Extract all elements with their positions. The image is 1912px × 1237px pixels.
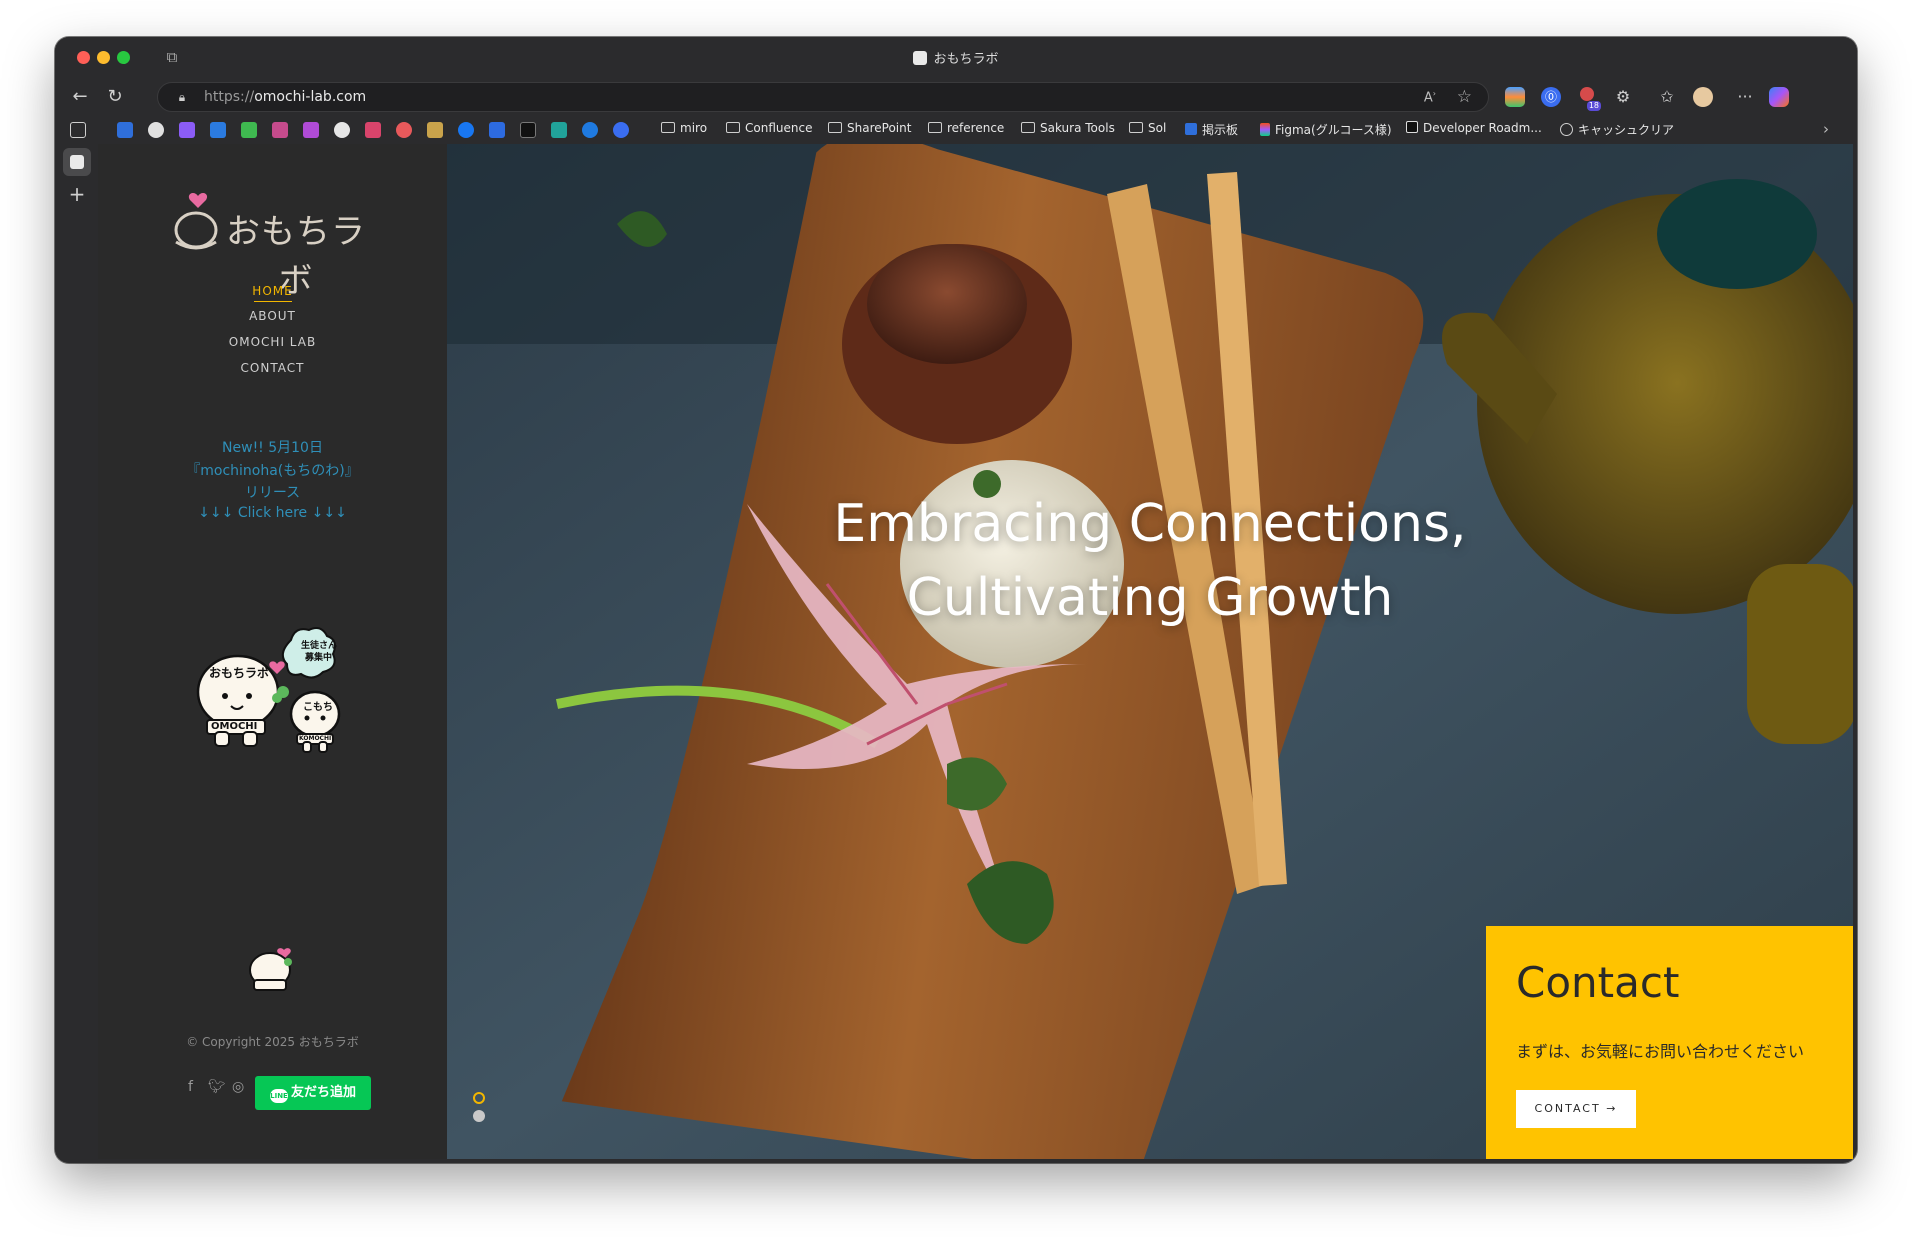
chevron-right-icon[interactable]: › (1823, 120, 1829, 138)
bookmark-keijiban[interactable]: 掲示板 (1185, 121, 1238, 138)
nav-omochi-lab[interactable]: OMOCHI LAB (98, 335, 447, 349)
figma-icon (1260, 123, 1270, 136)
news-click-here-link[interactable]: ↓↓↓ Click here ↓↓↓ (98, 505, 447, 521)
mascot-name-big: おもちラボ (209, 666, 270, 680)
browser-toolbar: ← ↻ 🔒︎ https://omochi-lab.com A› ☆ ⓪ 18 … (55, 78, 1857, 116)
title-bar: ⧉ おもちラボ (55, 37, 1857, 78)
lock-icon: 🔒︎ (178, 90, 186, 104)
bookmark-developer-roadmap[interactable]: Developer Roadm... (1406, 121, 1542, 135)
bookmark-x-icon[interactable] (520, 122, 536, 138)
browser-window: ⧉ おもちラボ ← ↻ 🔒︎ https://omochi-lab.com A›… (55, 37, 1857, 1163)
line-logo-icon: LINE (269, 1089, 288, 1103)
contact-button[interactable]: CONTACT → (1516, 1090, 1636, 1128)
copyright-text: © Copyright 2025 おもちラボ (186, 1035, 359, 1049)
mascot-tag-big: OMOCHI (211, 721, 258, 732)
hero-heading-line1: Embracing Connections, (833, 494, 1467, 554)
bookmark-github-icon[interactable] (334, 122, 350, 138)
extension-puzzle-badge-icon[interactable]: 18 (1577, 87, 1601, 111)
folder-icon (928, 122, 942, 133)
hero-section: Embracing Connections, Cultivating Growt… (447, 144, 1853, 1159)
extensions-icon[interactable]: ⚙ (1613, 87, 1633, 107)
mascot-illustration[interactable]: 生徒さん 募集中 おもちラボ OMOCHI こもち KOMOCHI (193, 624, 353, 754)
nav-about[interactable]: ABOUT (98, 309, 447, 323)
site-logo[interactable]: おもちラボ (166, 190, 380, 301)
footer-mochi-icon (249, 948, 292, 991)
window-title: おもちラボ (55, 48, 1857, 67)
bookmark-messenger-icon[interactable] (582, 122, 598, 138)
folder-icon (661, 122, 675, 133)
reload-icon[interactable]: ↻ (104, 86, 126, 108)
profile-avatar[interactable] (1693, 87, 1713, 107)
bookmark-folder-sol[interactable]: Sol (1129, 121, 1166, 135)
back-arrow-icon[interactable]: ← (69, 86, 91, 108)
bookmark-cache-clear[interactable]: キャッシュクリア (1560, 121, 1674, 138)
slider-dot-2[interactable] (473, 1110, 485, 1122)
roadmap-icon (1406, 121, 1418, 133)
bookmarks-bar: miro Confluence SharePoint reference Sak… (55, 116, 1857, 144)
folder-icon (726, 122, 740, 133)
bookmark-figma[interactable]: Figma(グルコース様) (1260, 121, 1392, 138)
more-menu-icon[interactable]: ··· (1735, 87, 1755, 107)
contact-subtitle: まずは、お気軽にお問い合わせください (1516, 1042, 1805, 1061)
contact-title: Contact (1516, 958, 1680, 1007)
mascot-bubble-line2: 募集中 (305, 653, 333, 663)
new-tab-plus-icon[interactable]: + (67, 184, 87, 204)
bookmark-bird-icon[interactable] (427, 122, 443, 138)
contact-panel: Contact まずは、お気軽にお問い合わせください CONTACT → (1486, 926, 1853, 1159)
copilot-icon[interactable] (1769, 87, 1789, 107)
bookmark-slack-icon[interactable] (303, 122, 319, 138)
extension-password-icon[interactable]: ⓪ (1541, 87, 1561, 107)
line-add-friend-button[interactable]: LINE 友だち追加 (255, 1076, 371, 1110)
bookmark-folder-sharepoint[interactable]: SharePoint (828, 121, 911, 135)
bookmark-g-icon (1185, 123, 1197, 135)
bookmark-g-icon[interactable] (117, 122, 133, 138)
news-title[interactable]: 『mochinoha(もちのわ)』 (98, 460, 447, 480)
bookmark-folder-reference[interactable]: reference (928, 121, 1004, 135)
facebook-icon[interactable]: f (188, 1079, 193, 1095)
bookmark-green-icon[interactable] (241, 122, 257, 138)
hero-heading-line2: Cultivating Growth (906, 568, 1394, 628)
favorites-icon[interactable]: ✩ (1657, 87, 1677, 107)
active-tab[interactable] (63, 148, 91, 176)
bookmark-facebook-icon[interactable] (458, 122, 474, 138)
bookmark-asana-icon[interactable] (396, 122, 412, 138)
bookmark-1password-icon[interactable] (613, 122, 629, 138)
vertical-tab-strip: + (55, 144, 98, 1163)
nav-contact[interactable]: CONTACT (98, 361, 447, 375)
instagram-icon[interactable]: ◎ (232, 1079, 244, 1095)
twitter-icon[interactable]: 🐦︎ (208, 1079, 226, 1095)
site-favicon-icon (70, 155, 84, 169)
bookmark-red-icon[interactable] (365, 122, 381, 138)
mascot-name-small: こもち (303, 702, 333, 713)
bookmark-folder-confluence[interactable]: Confluence (726, 121, 812, 135)
footer-mochi-logo (246, 944, 298, 994)
folder-icon (1129, 122, 1143, 133)
news-date[interactable]: New!! 5月10日 (98, 437, 447, 457)
url-text[interactable]: https://omochi-lab.com (204, 89, 366, 105)
site-favicon-icon (913, 51, 928, 65)
sidebar-toggle-icon[interactable] (70, 122, 86, 138)
bookmark-pink-icon[interactable] (272, 122, 288, 138)
bookmark-circle-icon[interactable] (148, 122, 164, 138)
extension-color-icon[interactable] (1505, 87, 1525, 107)
slider-dot-1[interactable] (473, 1092, 485, 1104)
bookmark-folder-miro[interactable]: miro (661, 121, 707, 135)
bookmark-purple-icon[interactable] (179, 122, 195, 138)
address-bar[interactable]: 🔒︎ https://omochi-lab.com A› ☆ (157, 82, 1489, 112)
news-release[interactable]: リリース (98, 482, 447, 502)
bookmark-azure-icon[interactable] (210, 122, 226, 138)
folder-icon (1021, 122, 1035, 133)
bookmark-meta-icon[interactable] (489, 122, 505, 138)
bookmark-teal-icon[interactable] (551, 122, 567, 138)
page-viewport: おもちラボ HOME ABOUT OMOCHI LAB CONTACT New!… (98, 144, 1853, 1159)
bookmark-folder-sakura-tools[interactable]: Sakura Tools (1021, 121, 1115, 135)
globe-icon (1560, 123, 1573, 136)
folder-icon (828, 122, 842, 133)
favorite-star-icon[interactable]: ☆ (1457, 87, 1472, 107)
nav-home[interactable]: HOME (98, 284, 447, 302)
read-aloud-icon[interactable]: A› (1424, 89, 1436, 105)
mascot-tag-small: KOMOCHI (299, 735, 332, 742)
site-sidebar: おもちラボ HOME ABOUT OMOCHI LAB CONTACT New!… (98, 144, 447, 1159)
